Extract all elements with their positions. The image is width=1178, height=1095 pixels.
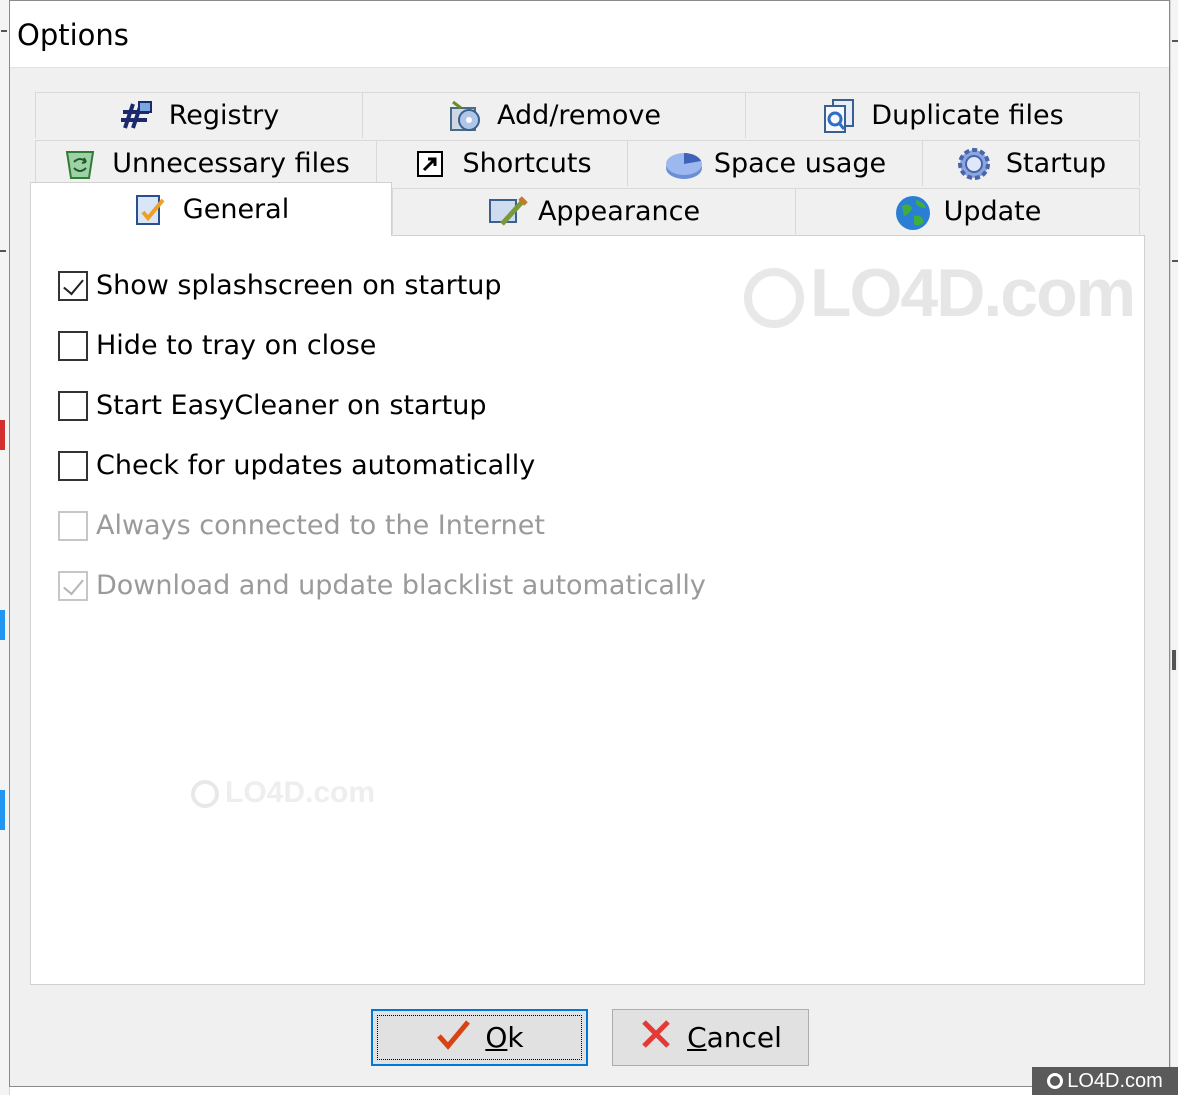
corner-watermark: LO4D.com (1032, 1067, 1178, 1095)
tab-add-remove[interactable]: Add/remove (362, 92, 746, 138)
tab-unnecessary-files[interactable]: Unnecessary files (35, 140, 377, 186)
recycle-bin-icon (62, 146, 98, 182)
checkbox (58, 570, 88, 601)
appearance-icon (488, 194, 528, 230)
cancel-button[interactable]: Cancel (612, 1009, 809, 1066)
option-label: Hide to tray on close (96, 330, 377, 361)
tab-label: Startup (1005, 148, 1107, 179)
tab-update[interactable]: Update (795, 188, 1140, 234)
general-tab-panel: LO4D.com LO4D.com Show splashscreen on s… (30, 235, 1145, 985)
tab-space-usage[interactable]: Space usage (627, 140, 923, 186)
checkbox[interactable] (58, 390, 88, 421)
duplicate-files-icon (821, 98, 857, 134)
checkbox[interactable] (58, 270, 88, 301)
registry-icon (119, 98, 155, 134)
cancel-label: Cancel (687, 1021, 782, 1054)
tab-duplicate-files[interactable]: Duplicate files (745, 92, 1140, 138)
checkbox (58, 510, 88, 541)
option-label: Start EasyCleaner on startup (96, 390, 487, 421)
watermark-large: LO4D.com (744, 254, 1136, 332)
gear-icon (956, 146, 992, 182)
tab-label: Registry (168, 100, 280, 131)
tab-label: Update (943, 196, 1042, 227)
shortcut-arrow-icon (412, 146, 448, 182)
option-check-updates[interactable]: Check for updates automatically (58, 450, 535, 481)
checkbox[interactable] (58, 450, 88, 481)
globe-icon (894, 194, 930, 230)
option-hide-to-tray[interactable]: Hide to tray on close (58, 330, 376, 361)
tab-label: Duplicate files (871, 100, 1064, 131)
tab-label: General (182, 194, 290, 225)
focus-rect (377, 1015, 582, 1060)
tab-label: Add/remove (497, 100, 661, 131)
window-title: Options (17, 18, 129, 52)
tab-shortcuts[interactable]: Shortcuts (376, 140, 628, 186)
option-label: Show splashscreen on startup (96, 270, 502, 301)
option-label: Check for updates automatically (96, 450, 536, 481)
tab-general[interactable]: General (30, 182, 392, 236)
options-dialog: Options Registry Add/remove Duplicate fi… (9, 0, 1170, 1087)
red-x-icon (639, 1017, 673, 1058)
tab-label: Appearance (537, 196, 701, 227)
tab-label: Unnecessary files (112, 148, 350, 179)
tab-startup[interactable]: Startup (922, 140, 1140, 186)
tab-appearance[interactable]: Appearance (392, 188, 796, 234)
option-label: Download and update blacklist automatica… (96, 570, 706, 601)
option-always-connected: Always connected to the Internet (58, 510, 545, 541)
watermark-small: LO4D.com (191, 776, 375, 810)
title-bar: Options (10, 1, 1169, 68)
pie-chart-icon (664, 146, 702, 182)
tab-registry[interactable]: Registry (35, 92, 363, 138)
tab-label: Space usage (713, 148, 887, 179)
option-label: Always connected to the Internet (96, 510, 545, 541)
checkbox[interactable] (58, 330, 88, 361)
general-settings-icon (133, 192, 169, 228)
add-remove-icon (447, 98, 483, 134)
background-window-right-edge (1170, 0, 1178, 1095)
option-start-on-startup[interactable]: Start EasyCleaner on startup (58, 390, 486, 421)
ok-button[interactable]: Ok (371, 1009, 588, 1066)
option-show-splashscreen[interactable]: Show splashscreen on startup (58, 270, 502, 301)
tab-label: Shortcuts (462, 148, 592, 179)
option-update-blacklist: Download and update blacklist automatica… (58, 570, 706, 601)
